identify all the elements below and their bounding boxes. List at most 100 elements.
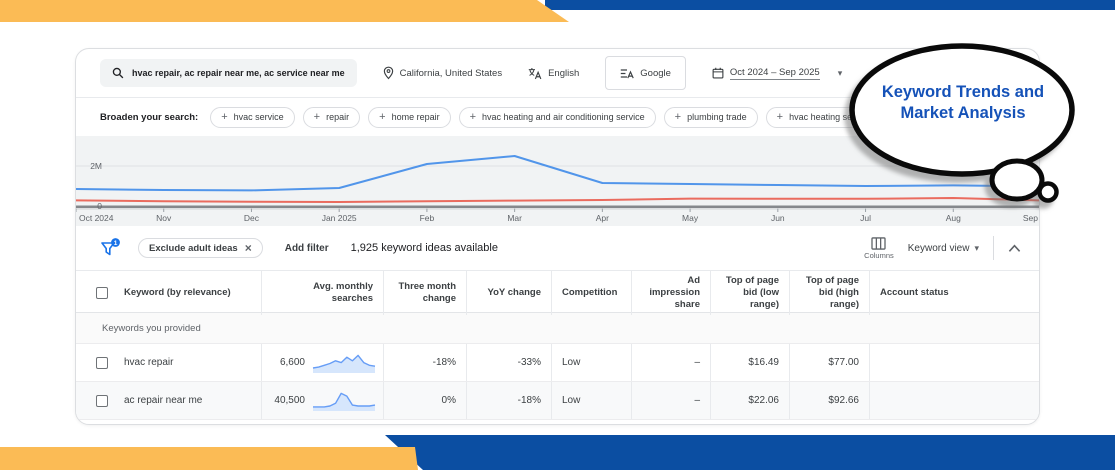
row-checkbox-cell xyxy=(76,344,114,381)
select-all-cell xyxy=(76,271,114,315)
annotation-text: Keyword Trends and Market Analysis xyxy=(857,82,1069,125)
decor-bottom-orange-band xyxy=(0,447,418,470)
account-status-cell xyxy=(869,382,1039,419)
decor-bottom-blue-band xyxy=(385,435,1115,470)
competition-cell: Low xyxy=(551,344,631,381)
plus-icon xyxy=(221,112,227,123)
filter-funnel-icon: 1 xyxy=(100,238,122,258)
language-selector[interactable]: English xyxy=(528,67,579,80)
filter-toolbar: 1 Exclude adult ideas Add filter 1,925 k… xyxy=(76,226,1039,271)
svg-text:Apr: Apr xyxy=(596,213,609,223)
location-pin-icon xyxy=(383,66,394,80)
ad-impression-share-cell: – xyxy=(631,344,710,381)
broaden-chip-label: hvac service xyxy=(234,112,284,122)
keyword-ideas-count: 1,925 keyword ideas available xyxy=(351,242,498,254)
keyword-cell[interactable]: hvac repair xyxy=(114,344,261,381)
table-view-tools: Columns Keyword view xyxy=(864,236,1021,260)
broaden-chip-label: hvac heating and air conditioning servic… xyxy=(482,112,645,122)
svg-text:Nov: Nov xyxy=(156,213,172,223)
annotation-line-1: Keyword Trends and xyxy=(857,82,1069,103)
top-of-page-bid-high-cell: $92.66 xyxy=(789,382,869,419)
collapse-chevron-up-button[interactable] xyxy=(1008,244,1021,253)
table-header-row: Keyword (by relevance) Avg. monthly sear… xyxy=(76,271,1039,313)
keywords-provided-section-row: Keywords you provided xyxy=(76,313,1039,344)
exclude-adult-ideas-chip[interactable]: Exclude adult ideas xyxy=(138,238,263,258)
select-all-checkbox[interactable] xyxy=(96,287,108,299)
keyword-view-label: Keyword view xyxy=(908,243,970,254)
svg-text:Dec: Dec xyxy=(244,213,260,223)
header-three-month-change[interactable]: Three month change xyxy=(383,271,466,315)
screenshot-root: hvac repair, ac repair near me, ac servi… xyxy=(0,0,1115,470)
header-yoy-change[interactable]: YoY change xyxy=(466,271,551,315)
header-keyword[interactable]: Keyword (by relevance) xyxy=(114,271,261,315)
avg-value: 40,500 xyxy=(274,395,305,406)
divider xyxy=(993,236,994,260)
svg-text:Mar: Mar xyxy=(507,213,522,223)
header-competition[interactable]: Competition xyxy=(551,271,631,315)
header-top-of-page-bid-low[interactable]: Top of page bid (low range) xyxy=(710,271,789,315)
broaden-chip[interactable]: repair xyxy=(303,107,360,128)
top-of-page-bid-high-cell: $77.00 xyxy=(789,344,869,381)
date-range-label: Oct 2024 – Sep 2025 xyxy=(730,67,820,80)
keywords-search-input[interactable]: hvac repair, ac repair near me, ac servi… xyxy=(100,59,357,87)
header-top-of-page-bid-high[interactable]: Top of page bid (high range) xyxy=(789,271,869,315)
header-avg-monthly-searches[interactable]: Avg. monthly searches xyxy=(261,271,383,315)
exclude-adult-ideas-label: Exclude adult ideas xyxy=(149,243,238,254)
table-body: hvac repair6,600-18%-33%Low–$16.49$77.00… xyxy=(76,344,1039,420)
broaden-chip[interactable]: plumbing trade xyxy=(664,107,758,128)
translate-icon xyxy=(528,67,542,80)
svg-text:Feb: Feb xyxy=(420,213,435,223)
keyword-view-dropdown[interactable]: Keyword view xyxy=(908,243,979,254)
broaden-search-label: Broaden your search: xyxy=(100,112,198,123)
top-of-page-bid-low-cell: $16.49 xyxy=(710,344,789,381)
keyword-cell[interactable]: ac repair near me xyxy=(114,382,261,419)
columns-button[interactable]: Columns xyxy=(864,237,894,260)
add-filter-button[interactable]: Add filter xyxy=(285,243,329,254)
yoy-change-cell: -33% xyxy=(466,344,551,381)
table-row: ac repair near me40,5000%-18%Low–$22.06$… xyxy=(76,382,1039,420)
plus-icon xyxy=(314,112,320,123)
broaden-chip[interactable]: hvac heating and air conditioning servic… xyxy=(459,107,656,128)
decor-top-blue-bar xyxy=(545,0,1115,10)
broaden-chip-label: repair xyxy=(326,112,349,122)
three-month-change-cell: 0% xyxy=(383,382,466,419)
row-checkbox-cell xyxy=(76,382,114,419)
header-account-status[interactable]: Account status xyxy=(869,271,1039,315)
avg-monthly-searches-cell: 40,500 xyxy=(261,382,383,419)
columns-label: Columns xyxy=(864,251,894,260)
calendar-icon xyxy=(712,67,724,79)
three-month-change-cell: -18% xyxy=(383,344,466,381)
language-label: English xyxy=(548,68,579,79)
search-network-icon xyxy=(620,68,634,79)
location-label: California, United States xyxy=(400,68,502,79)
filter-funnel-button[interactable]: 1 xyxy=(100,238,122,258)
broaden-chip-label: plumbing trade xyxy=(687,112,747,122)
plus-icon xyxy=(675,112,681,123)
svg-text:May: May xyxy=(682,213,699,223)
ad-impression-share-cell: – xyxy=(631,382,710,419)
thought-bubble-shape xyxy=(845,40,1085,220)
sparkline xyxy=(311,390,377,412)
competition-cell: Low xyxy=(551,382,631,419)
keyword-table: Keyword (by relevance) Avg. monthly sear… xyxy=(76,271,1039,420)
svg-text:2M: 2M xyxy=(90,161,102,171)
network-selector[interactable]: Google xyxy=(605,56,686,90)
search-icon xyxy=(112,67,124,79)
header-ad-impression-share[interactable]: Ad impression share xyxy=(631,271,710,315)
yoy-change-cell: -18% xyxy=(466,382,551,419)
location-selector[interactable]: California, United States xyxy=(383,66,502,80)
decor-top-orange-band xyxy=(0,0,569,22)
sparkline xyxy=(311,352,377,374)
avg-monthly-searches-cell: 6,600 xyxy=(261,344,383,381)
date-range-selector[interactable]: Oct 2024 – Sep 2025 xyxy=(712,67,842,80)
plus-icon xyxy=(379,112,385,123)
broaden-chip[interactable]: home repair xyxy=(368,107,450,128)
broaden-chip[interactable]: hvac service xyxy=(210,107,294,128)
plus-icon xyxy=(777,112,783,123)
columns-icon xyxy=(871,237,886,250)
row-checkbox[interactable] xyxy=(96,357,108,369)
network-label: Google xyxy=(640,68,671,79)
plus-icon xyxy=(470,112,476,123)
row-checkbox[interactable] xyxy=(96,395,108,407)
annotation-thought-bubble: Keyword Trends and Market Analysis xyxy=(845,40,1085,220)
